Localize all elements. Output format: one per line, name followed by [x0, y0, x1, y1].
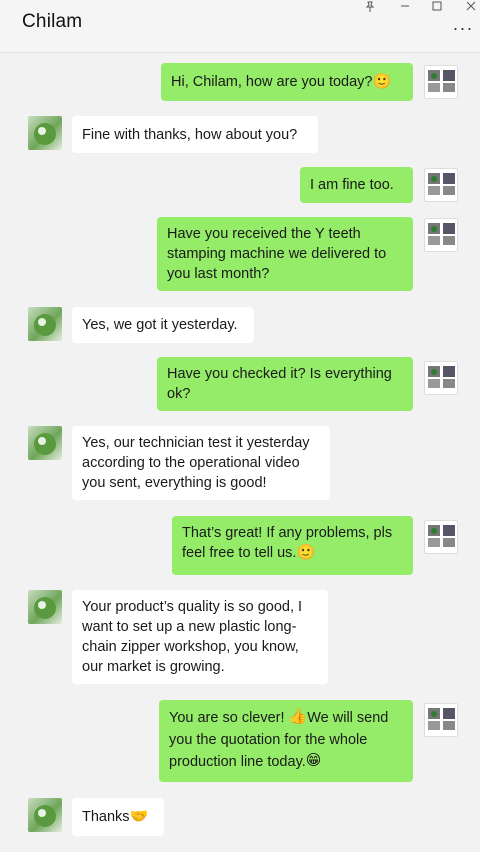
avatar-contact[interactable] [28, 426, 62, 460]
message-bubble-received[interactable]: Fine with thanks, how about you? [72, 116, 318, 153]
chat-title: Chilam [22, 11, 83, 32]
message-bubble-sent[interactable]: Have you received the Y teeth stamping m… [157, 217, 413, 291]
handshake-emoji-icon: 🤝 [129, 808, 149, 825]
avatar-self[interactable] [424, 703, 458, 737]
maximize-icon[interactable] [425, 0, 449, 12]
message-text: Yes, we got it yesterday. [82, 317, 238, 333]
avatar-contact[interactable] [28, 307, 62, 341]
avatar-self[interactable] [424, 168, 458, 202]
message-text: Thanks [82, 809, 130, 825]
message-text: Have you checked it? Is everything ok? [167, 366, 392, 402]
message-bubble-received[interactable]: Thanks🤝 [72, 798, 164, 836]
message-text: Have you received the Y teeth stamping m… [167, 226, 387, 282]
message-bubble-sent[interactable]: You are so clever! 👍We will send you the… [159, 700, 413, 782]
message-bubble-received[interactable]: Your product’s quality is so good, I wan… [72, 590, 328, 684]
title-bar: Chilam ··· [0, 0, 480, 53]
message-bubble-sent[interactable]: Hi, Chilam, how are you today?🙂 [161, 63, 413, 101]
message-text: You are so clever! [169, 710, 289, 726]
message-bubble-sent[interactable]: That’s great! If any problems, pls feel … [172, 516, 413, 575]
chat-area[interactable]: Hi, Chilam, how are you today?🙂 Fine wit… [0, 53, 480, 852]
message-text: Hi, Chilam, how are you today? [171, 74, 373, 90]
message-text: I am fine too. [310, 177, 394, 193]
avatar-self[interactable] [424, 361, 458, 395]
avatar-contact[interactable] [28, 798, 62, 832]
message-text: Your product’s quality is so good, I wan… [82, 599, 303, 675]
avatar-self[interactable] [424, 218, 458, 252]
message-bubble-received[interactable]: Yes, we got it yesterday. [72, 307, 254, 343]
avatar-self[interactable] [424, 65, 458, 99]
smile-emoji-icon: 🙂 [296, 544, 316, 561]
message-bubble-sent[interactable]: Have you checked it? Is everything ok? [157, 357, 413, 411]
message-bubble-sent[interactable]: I am fine too. [300, 167, 413, 203]
pin-icon[interactable] [358, 0, 382, 12]
message-text: That’s great! If any problems, pls feel … [182, 525, 393, 561]
minimize-icon[interactable] [393, 0, 417, 12]
avatar-self[interactable] [424, 520, 458, 554]
grin-emoji-icon: 😁 [305, 752, 322, 769]
thumbs-up-emoji-icon: 👍 [288, 708, 308, 725]
avatar-contact[interactable] [28, 116, 62, 150]
message-bubble-received[interactable]: Yes, our technician test it yesterday ac… [72, 426, 330, 500]
message-text: Yes, our technician test it yesterday ac… [82, 435, 310, 491]
close-icon[interactable] [459, 0, 480, 12]
more-icon[interactable]: ··· [453, 18, 473, 38]
message-text: Fine with thanks, how about you? [82, 127, 298, 143]
smile-emoji-icon: 🙂 [372, 73, 392, 90]
avatar-contact[interactable] [28, 590, 62, 624]
